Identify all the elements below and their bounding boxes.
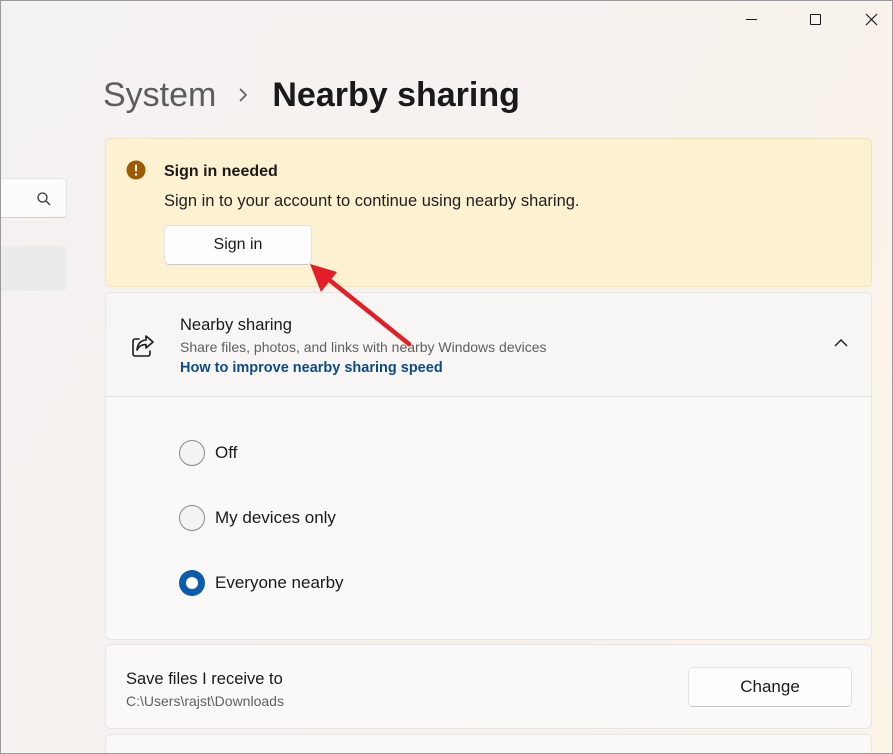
radio-label: Off [215,443,238,462]
settings-window: System Nearby sharing Sign in needed Sig… [0,0,893,754]
sidebar-item-system[interactable] [1,246,67,291]
save-location-card: Save files I receive to C:\Users\rajst\D… [105,644,872,729]
radio-button-selected[interactable] [179,570,205,596]
nearby-sharing-title: Nearby sharing [180,316,292,334]
maximize-icon [810,13,821,25]
share-icon [132,335,154,357]
radio-button[interactable] [179,440,205,466]
minimize-icon [746,18,757,20]
save-location-path: C:\Users\rajst\Downloads [126,693,284,709]
save-location-title: Save files I receive to [126,670,283,688]
radio-option-my-devices[interactable]: My devices only [179,505,336,531]
next-settings-card [105,734,872,753]
change-button[interactable]: Change [688,667,852,707]
settings-search-input[interactable] [1,178,67,218]
close-icon [865,13,878,25]
banner-message: Sign in to your account to continue usin… [164,192,580,210]
close-button[interactable] [843,1,892,37]
warning-icon [126,160,146,180]
search-icon [37,192,51,206]
page-title: Nearby sharing [272,75,520,114]
chevron-up-icon[interactable] [833,337,849,349]
nearby-sharing-card: Nearby sharing Share files, photos, and … [105,292,872,640]
nearby-sharing-header[interactable]: Nearby sharing Share files, photos, and … [106,293,871,397]
radio-option-everyone[interactable]: Everyone nearby [179,570,344,596]
nearby-sharing-description: Share files, photos, and links with near… [180,339,547,355]
banner-title: Sign in needed [164,163,278,180]
minimize-button[interactable] [723,1,780,37]
maximize-button[interactable] [787,1,844,37]
radio-option-off[interactable]: Off [179,440,237,466]
sign-in-banner: Sign in needed Sign in to your account t… [105,138,872,287]
radio-label: Everyone nearby [215,573,344,592]
radio-label: My devices only [215,508,336,527]
breadcrumb-system[interactable]: System [103,76,216,115]
radio-button[interactable] [179,505,205,531]
chevron-right-icon [238,85,252,105]
improve-speed-link[interactable]: How to improve nearby sharing speed [180,360,443,376]
breadcrumb: System Nearby sharing [103,73,520,117]
sign-in-button[interactable]: Sign in [164,225,312,265]
